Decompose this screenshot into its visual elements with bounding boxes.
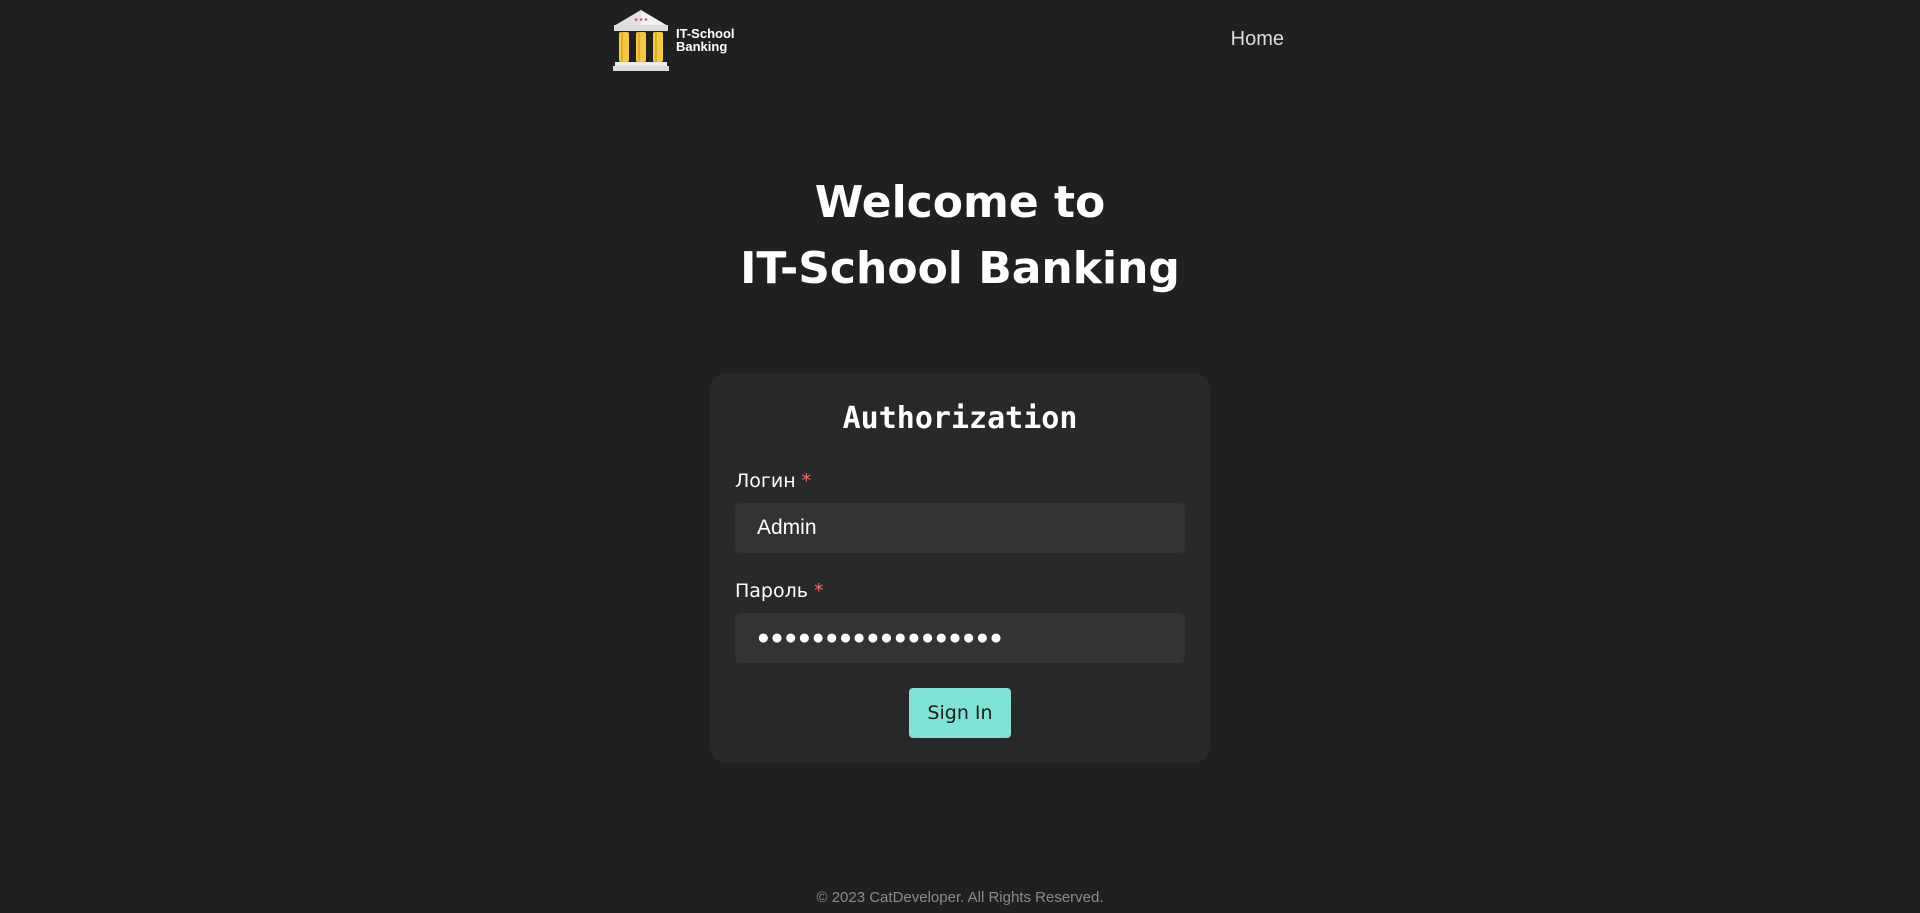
nav-home-link[interactable]: Home [1231, 28, 1284, 51]
password-label-text: Пароль [735, 580, 808, 602]
login-required-marker: * [801, 470, 812, 492]
login-label-text: Логин [735, 470, 796, 492]
site-header: IT-School Banking Home [612, 8, 1284, 74]
logo-text-line2: Banking [676, 39, 728, 54]
logo-text: IT-School Banking [676, 27, 735, 53]
logo-link[interactable]: IT-School Banking [612, 8, 735, 72]
password-label: Пароль * [735, 580, 823, 602]
welcome-heading: Welcome to IT-School Banking [0, 170, 1920, 302]
authorization-form: Authorization Логин* Пароль* Sign In [710, 373, 1210, 763]
password-required-marker: * [813, 580, 824, 602]
login-input[interactable] [735, 503, 1185, 553]
footer-copyright: © 2023 CatDeveloper. All Rights Reserved… [816, 889, 1104, 906]
password-input[interactable] [735, 613, 1185, 663]
welcome-line1: Welcome to [814, 177, 1106, 228]
welcome-line2: IT-School Banking [740, 243, 1180, 294]
bank-building-icon [613, 10, 669, 71]
login-label: Логин * [735, 470, 811, 492]
sign-in-button[interactable]: Sign In [909, 688, 1011, 738]
form-title: Authorization [842, 401, 1078, 436]
